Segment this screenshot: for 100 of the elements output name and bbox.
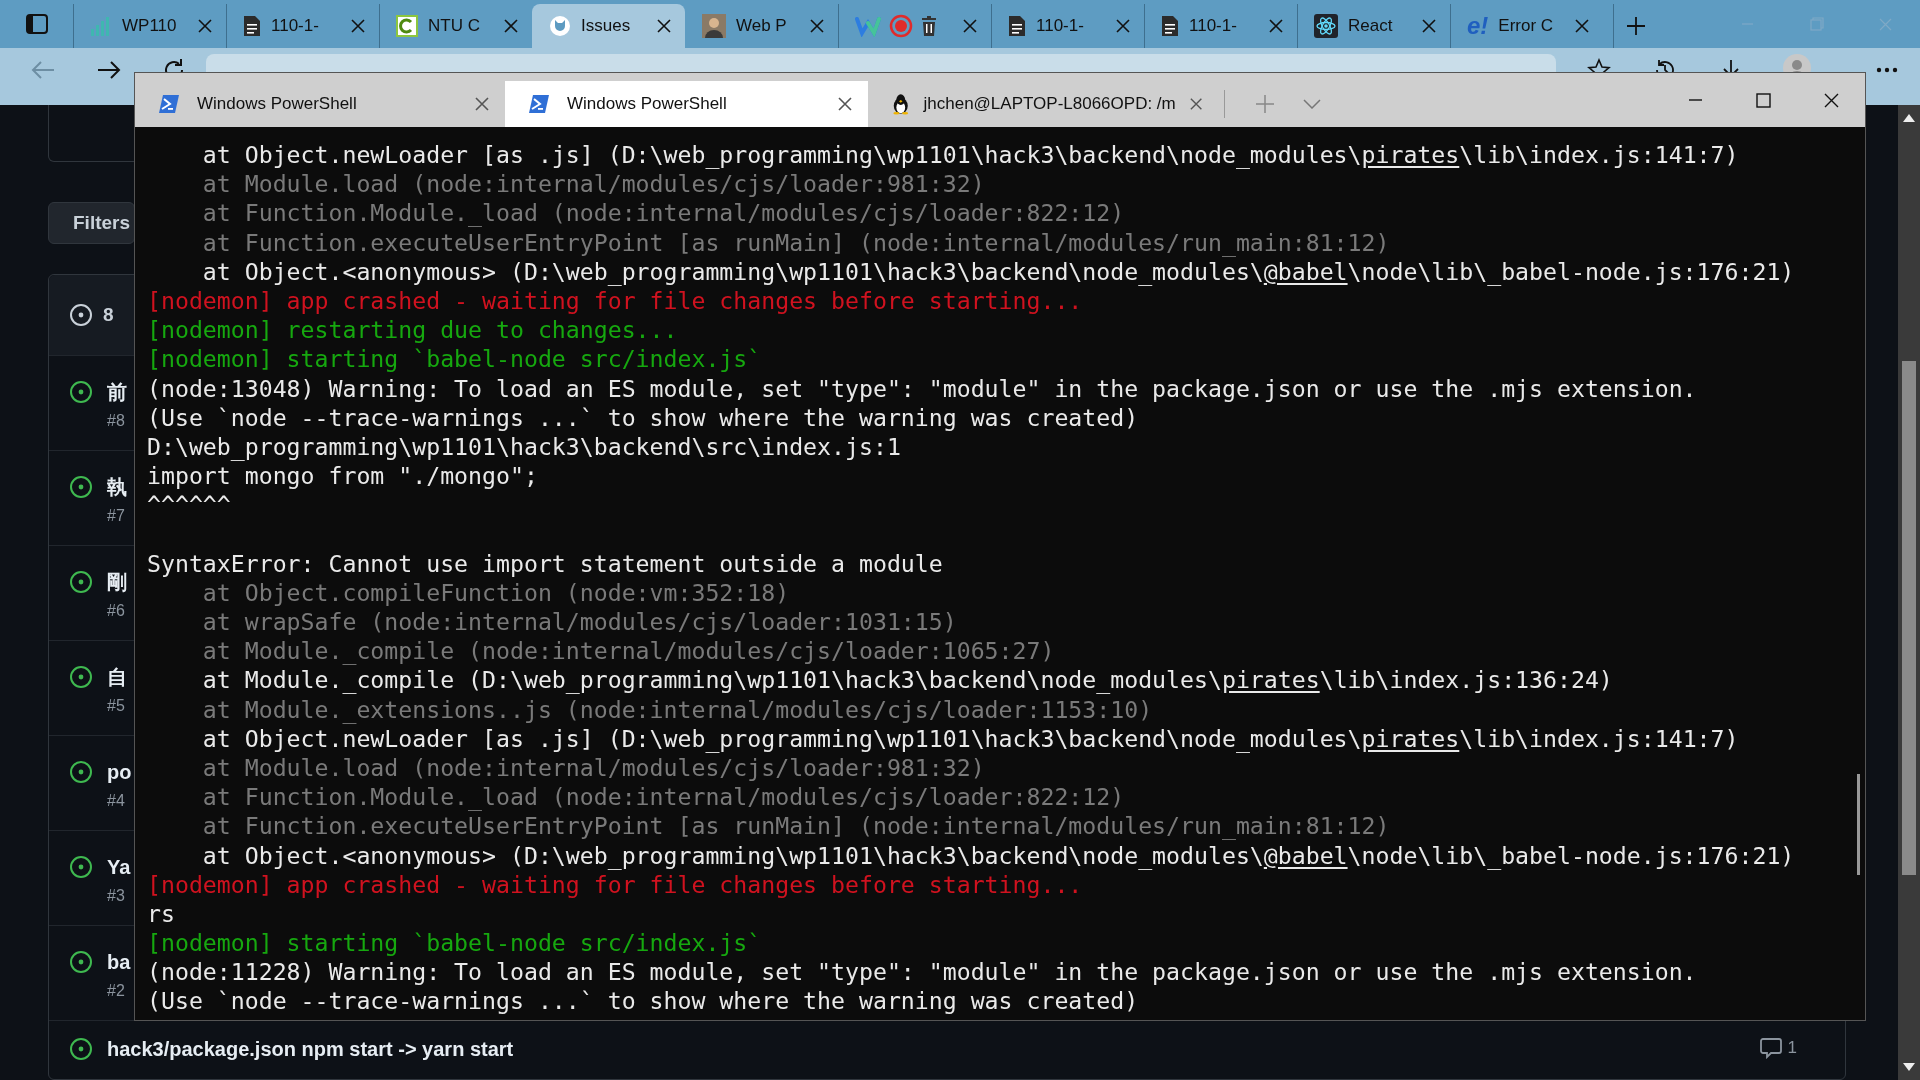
issue-title[interactable]: 剛 [107,570,127,594]
logo-text: e! [1467,12,1489,40]
terminal-line: at Object.<anonymous> (D:\web_programming\wp1101\hack3\backend\node_modules\@babel\node\lib\_babel-node.js:176:21) [201,257,1796,286]
terminal-line: [nodemon] app crashed - waiting for file changes before starting... [147,870,1084,899]
filters-button[interactable]: Filters [48,202,135,244]
circle-logo-icon [549,15,571,37]
new-tab-icon[interactable] [1626,16,1646,36]
scrollbar[interactable] [1898,105,1920,1080]
document-icon [1008,15,1026,37]
terminal-line: [nodemon] restarting due to changes... [147,315,679,345]
terminal-line: at Function.Module._load (node:internal/modules/cjs/loader:822:12) [201,782,1126,812]
issue-title[interactable]: po [107,760,132,784]
close-icon[interactable] [963,19,977,33]
close-icon[interactable] [1269,19,1283,33]
terminal-line: at Module._compile (node:internal/modules/cjs/loader:1065:27) [201,636,1056,666]
bar-chart-icon [90,16,112,36]
terminal-line: at Object.newLoader [as .js] (D:\web_programming\wp1101\hack3\backend\node_modules\pirates\lib\index.js:141:7) [201,724,1740,753]
powershell-icon [529,95,549,113]
terminal-line: (node:11228) Warning: To load an ES module, set "type": "module" in the package.json or use the .mjs extension. [147,957,1698,987]
more-icon[interactable] [1876,67,1898,73]
open-issue-icon [69,475,93,499]
close-icon[interactable] [810,19,824,33]
history-icon[interactable] [1653,58,1677,73]
terminal-line: at wrapSafe (node:internal/modules/cjs/loader:1031:15) [201,607,958,637]
scroll-down-icon[interactable] [1903,1063,1915,1071]
open-issue-icon [69,950,93,974]
close-icon[interactable] [1116,19,1130,33]
open-issue-icon [69,665,93,689]
terminal-line: (Use `node --trace-warnings ...` to show where the warning was created) [147,402,1140,432]
terminal-line: import mongo from "./mongo"; [147,461,539,491]
browser-tab[interactable]: Web P [685,4,838,48]
close-icon[interactable] [1422,19,1436,33]
terminal-line: [nodemon] starting `babel-node src/index.js` [147,928,763,958]
close-icon[interactable] [838,97,852,111]
scroll-thumb[interactable] [1857,774,1860,875]
close-icon[interactable] [1189,97,1202,111]
browser-tab[interactable]: Issues [532,4,685,48]
open-issue-icon [69,380,93,404]
terminal-line: [nodemon] starting `babel-node src/index.js` [147,344,763,374]
open-issue-icon [69,760,93,784]
close-icon[interactable] [657,19,671,33]
issue-title[interactable]: Ya [107,855,131,879]
document-icon [1161,15,1179,37]
issue-title[interactable]: 執 [107,475,127,499]
issue-number: #6 [107,602,126,620]
terminal-line: D:\web_programming\wp1101\hack3\backend\src\index.js:1 [147,431,902,462]
forward-icon[interactable] [97,60,121,80]
close-icon[interactable] [504,19,518,33]
penguin-icon [892,92,910,116]
terminal-line: rs [147,898,176,929]
issue-number: #2 [107,982,126,1000]
tab-actions-icon[interactable] [25,14,48,34]
download-icon[interactable] [1721,58,1741,73]
issue-number: #7 [107,507,126,525]
star-icon[interactable] [1587,58,1611,73]
open-issue-icon [69,570,93,594]
terminal-line: at Function.executeUserEntryPoint [as runMain] (node:internal/modules/run_main:81:12) [201,811,1391,841]
dropdown-icon[interactable] [1303,99,1321,109]
terminal-line: at Module._compile (D:\web_programming\wp1101\hack3\backend\node_modules\pirates\lib\index.js:136:24) [201,665,1614,695]
terminal-line: (node:13048) Warning: To load an ES module, set "type": "module" in the package.json or use the .mjs extension. [147,373,1698,403]
terminal-line: at Function.Module._load (node:internal/modules/cjs/loader:822:12) [201,198,1126,228]
atom-icon [1314,14,1338,38]
issue-title[interactable]: ba [107,950,131,974]
issue-number: #4 [107,792,126,810]
terminal-line: (Use `node --trace-warnings ...` to show where the warning was created) [147,986,1140,1016]
close-icon[interactable] [1575,19,1589,33]
open-issues-icon [69,303,93,327]
terminal-tab[interactable]: Windows PowerShell [505,81,868,127]
refresh-icon[interactable] [162,58,186,73]
terminal-line: at Module._extensions..js (node:internal/modules/cjs/loader:1153:10) [201,694,1154,724]
comment-count[interactable]: 1 [1759,1037,1797,1059]
issue-title[interactable]: 自 [107,665,127,689]
close-icon[interactable] [351,19,365,33]
document-icon [243,15,261,37]
issue-number: #5 [107,697,126,715]
terminal-line: at Module.load (node:internal/modules/cjs/loader:981:32) [201,753,986,783]
terminal-tab[interactable]: Windows PowerShell [135,81,505,127]
scroll-thumb[interactable] [1902,361,1916,875]
record-icon [889,14,913,38]
open-issue-icon [69,855,93,879]
open-issue-icon [69,1037,93,1061]
issue-number: #3 [107,887,126,905]
issue-title[interactable]: 前 [107,380,127,404]
issue-title[interactable]: hack3/package.json npm start -> yarn start [107,1037,514,1061]
scroll-up-icon[interactable] [1903,114,1915,122]
terminal-tab[interactable]: jhchen@LAPTOP-L8066OPD: /m [868,81,1218,127]
bin-icon [921,16,937,36]
terminal-line: ^^^^^^ [147,490,232,520]
terminal-line: [nodemon] app crashed - waiting for file changes before starting... [147,286,1084,316]
open-count[interactable]: 8 [103,304,114,326]
terminal-line: at Function.executeUserEntryPoint [as runMain] (node:internal/modules/run_main:81:12) [201,227,1391,257]
close-icon[interactable] [198,19,212,33]
comment-icon [1759,1037,1782,1059]
swirl-icon [855,15,881,37]
app-icon [396,15,418,37]
terminal-line: at Module.load (node:internal/modules/cjs/loader:981:32) [201,169,986,199]
close-icon[interactable] [475,97,489,111]
terminal-line: at Object.<anonymous> (D:\web_programming\wp1101\hack3\backend\node_modules\@babel\node\lib\_babel-node.js:176:21) [201,840,1796,870]
issue-number: #8 [107,412,126,430]
powershell-icon [159,95,179,113]
